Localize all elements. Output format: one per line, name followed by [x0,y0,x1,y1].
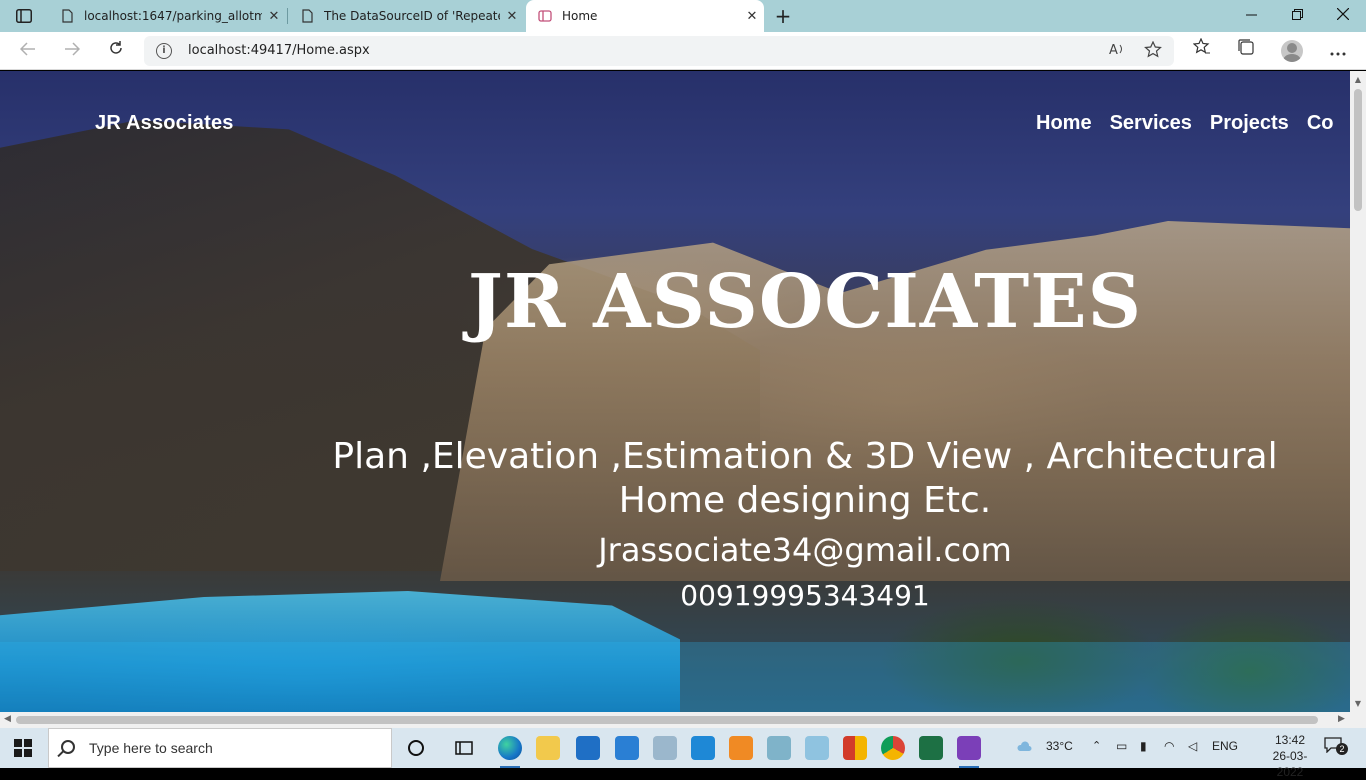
weather-temp[interactable]: 33°C [1046,739,1073,753]
hero-bottom-band [0,642,1350,712]
weather-icon[interactable] [1016,738,1034,756]
new-tab-button[interactable]: + [770,4,796,28]
taskbar-search-placeholder: Type here to search [89,740,213,756]
vertical-scrollbar[interactable]: ▲ ▼ [1350,71,1366,712]
mail-icon[interactable] [615,736,639,760]
vertical-scroll-thumb[interactable] [1354,89,1362,211]
app-icon[interactable] [767,736,791,760]
tray-chevron-icon[interactable]: ⌃ [1092,739,1101,752]
cortana-icon[interactable] [404,736,428,760]
svg-text:A: A [1109,43,1118,57]
excel-icon[interactable] [919,736,943,760]
tab-actions-icon [16,9,32,23]
nav-link-home[interactable]: Home [1036,112,1092,135]
page-icon [62,9,73,23]
forward-button[interactable] [58,38,86,64]
tab-actions-button[interactable] [10,6,38,26]
favorites-icon [1192,37,1210,54]
profile-avatar[interactable] [1281,40,1303,62]
hero-subtitle: Plan ,Elevation ,Estimation & 3D View , … [332,436,1278,521]
more-dots-icon [1330,52,1346,56]
network-drive-icon[interactable] [653,736,677,760]
paint-icon[interactable] [805,736,829,760]
add-favorite-icon[interactable] [1142,40,1164,61]
edge-icon[interactable] [498,736,522,768]
notification-count: 2 [1336,743,1348,755]
taskbar-search-box[interactable]: Type here to search [48,728,392,768]
nav-link-contact[interactable]: Co [1307,112,1334,135]
nav-link-projects[interactable]: Projects [1210,112,1289,135]
minimize-button[interactable] [1228,0,1274,32]
battery-icon[interactable]: ▮ [1140,739,1147,753]
windows-start-icon[interactable] [14,739,32,757]
page-viewport: JR Associates Home Services Projects Co … [0,71,1350,712]
close-tab-icon[interactable]: ✕ [500,9,524,24]
wifi-icon[interactable]: ◠ [1164,739,1174,753]
language-indicator[interactable]: ENG [1212,739,1238,753]
site-nav-menu: Home Services Projects Co [1036,112,1333,135]
page-icon [302,9,313,23]
restore-icon [1291,9,1303,20]
browser-toolbar: i localhost:49417/Home.aspx A [0,32,1366,70]
chrome-icon[interactable] [881,736,905,760]
clock-date: 26-03-2022 [1272,749,1308,779]
address-bar[interactable]: i localhost:49417/Home.aspx A [144,36,1174,66]
notifications-icon[interactable]: 2 [1324,737,1348,757]
scroll-up-icon[interactable]: ▲ [1350,75,1366,84]
url-text[interactable]: localhost:49417/Home.aspx [188,43,370,58]
collections-icon [1238,39,1254,55]
close-window-button[interactable] [1320,0,1366,32]
site-brand-link[interactable]: JR Associates [95,112,234,135]
office-icon[interactable] [843,736,867,760]
file-explorer-icon[interactable] [536,736,560,760]
browser-tab-datasource[interactable]: The DataSourceID of 'Repeater3' ✕ [288,0,524,32]
site-favicon-icon [538,10,552,22]
scroll-down-icon[interactable]: ▼ [1350,699,1366,708]
browser-tab-parking[interactable]: localhost:1647/parking_allotmen ✕ [48,0,286,32]
vscode-icon[interactable] [691,736,715,760]
settings-more-button[interactable] [1324,38,1352,64]
favorites-button[interactable] [1188,37,1216,64]
collections-button[interactable] [1232,38,1260,64]
read-aloud-icon[interactable]: A [1106,41,1128,61]
system-clock[interactable]: 13:42 26-03-2022 [1260,732,1320,780]
tray-network-icon[interactable]: ▭ [1116,739,1127,753]
visual-studio-icon[interactable] [957,736,981,768]
scroll-right-icon[interactable]: ▶ [1338,714,1345,724]
windows-taskbar: Type here to search 33°C ⌃ ▭ ▮ ◠ ◁ ENG 1… [0,728,1366,779]
volume-icon[interactable]: ◁ [1188,739,1197,753]
minimize-icon [1245,14,1257,16]
browser-tab-home[interactable]: Home ✕ [526,0,764,32]
hero-title: JR ASSOCIATES [467,259,1143,345]
search-icon [61,740,75,754]
contact-email: Jrassociate34@gmail.com [598,531,1012,569]
back-button[interactable] [14,38,42,64]
close-icon [1336,7,1350,21]
tab-title: The DataSourceID of 'Repeater3' [324,9,500,23]
tab-title: Home [562,9,598,23]
contact-phone: 00919995343491 [680,579,930,612]
horizontal-scroll-thumb[interactable] [16,716,1318,724]
back-arrow-icon [19,42,35,56]
refresh-icon [110,41,122,54]
browser-tab-strip: localhost:1647/parking_allotmen ✕ The Da… [0,0,1366,32]
refresh-button[interactable] [102,38,130,64]
nav-link-services[interactable]: Services [1110,112,1192,135]
task-view-icon[interactable] [452,736,476,760]
scroll-left-icon[interactable]: ◀ [4,714,11,724]
clock-time: 13:42 [1274,733,1306,747]
close-tab-icon[interactable]: ✕ [740,9,764,24]
close-tab-icon[interactable]: ✕ [262,9,286,24]
forward-arrow-icon [65,42,81,56]
tab-title: localhost:1647/parking_allotmen [84,9,262,23]
store-icon[interactable] [576,736,600,760]
restore-button[interactable] [1274,0,1320,32]
horizontal-scrollbar[interactable]: ◀ ▶ [0,712,1366,728]
site-info-icon[interactable]: i [156,43,172,59]
xampp-icon[interactable] [729,736,753,760]
